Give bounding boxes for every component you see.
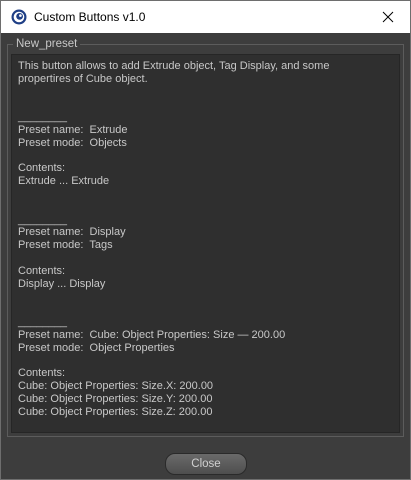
description-line	[18, 188, 393, 201]
description-line: Contents:	[18, 367, 66, 380]
description-line: Display ... Display	[18, 277, 106, 290]
description-line: propertires of Cube object.	[18, 72, 148, 85]
description-line: ________	[18, 213, 67, 226]
dialog-content: New_preset This button allows to add Ext…	[1, 33, 410, 479]
description-line: ________	[18, 111, 67, 124]
description-line: Preset mode: Object Properties	[18, 341, 175, 354]
preset-group: New_preset This button allows to add Ext…	[7, 37, 404, 437]
description-line	[18, 252, 393, 265]
group-label: New_preset	[13, 37, 81, 51]
description-line: Preset mode: Objects	[18, 136, 127, 149]
description-line: Contents:	[18, 162, 66, 175]
description-line	[18, 354, 393, 367]
description-line: Preset name: Cube: Object Properties: Si…	[18, 328, 286, 341]
cinema4d-icon	[11, 9, 27, 25]
close-button[interactable]: Close	[165, 453, 247, 475]
description-line: This button allows to add Extrude object…	[18, 60, 330, 72]
description-line	[18, 303, 393, 316]
description-line	[18, 201, 393, 214]
window-title: Custom Buttons v1.0	[34, 10, 146, 24]
description-line: Extrude ... Extrude	[18, 175, 110, 188]
description-line	[18, 290, 393, 303]
custom-buttons-window: Custom Buttons v1.0 New_preset This butt…	[0, 0, 411, 480]
description-line: Cube: Object Properties: Size.X: 200.00	[18, 379, 214, 392]
description-line	[18, 98, 393, 111]
close-icon[interactable]	[366, 1, 410, 33]
description-line: Contents:	[18, 264, 66, 277]
title-bar[interactable]: Custom Buttons v1.0	[1, 1, 410, 33]
description-line: Preset name: Display	[18, 226, 126, 239]
description-line: Preset mode: Tags	[18, 239, 113, 252]
description-line: Cube: Object Properties: Size.Y: 200.00	[18, 392, 213, 405]
description-line	[18, 150, 393, 163]
description-line	[18, 86, 393, 99]
description-line: ________	[18, 315, 67, 328]
description-line: Preset name: Extrude	[18, 123, 128, 136]
description-textbox[interactable]: This button allows to add Extrude object…	[11, 54, 400, 433]
description-line: Cube: Object Properties: Size.Z: 200.00	[18, 405, 213, 418]
